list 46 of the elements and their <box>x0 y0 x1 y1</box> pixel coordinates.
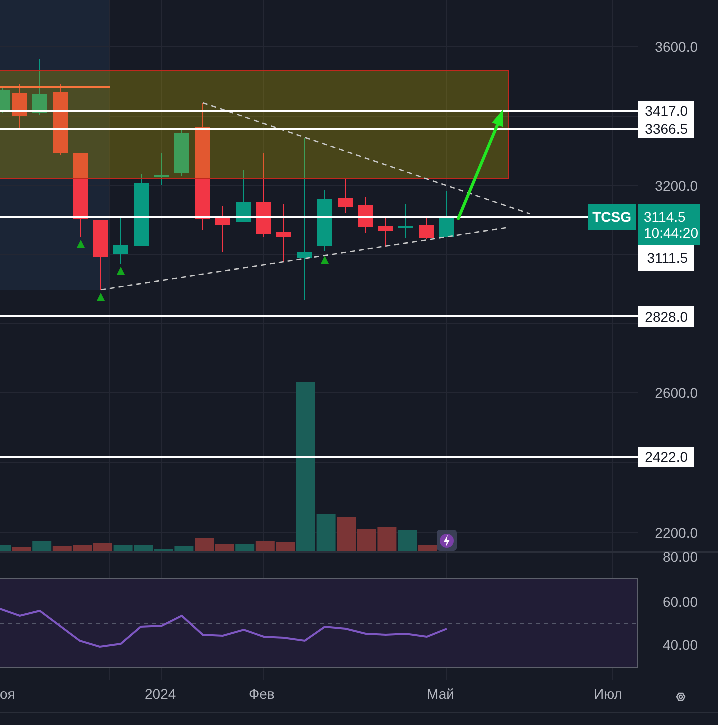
candle <box>276 204 292 262</box>
candle <box>0 88 10 114</box>
up-triangle-icon <box>117 267 125 275</box>
candle <box>94 220 108 290</box>
candle <box>378 216 394 248</box>
candle <box>32 58 48 116</box>
candle <box>12 84 28 128</box>
candle <box>420 218 434 240</box>
volume-bar <box>256 541 275 551</box>
candle <box>440 190 454 238</box>
time-axis-label: 2024 <box>145 686 176 702</box>
candle <box>114 216 128 264</box>
settings-icon[interactable] <box>676 692 686 702</box>
time-axis-label: оя <box>0 686 16 702</box>
countdown-timer: 10:44:20 <box>644 224 698 240</box>
lightning-icon[interactable] <box>437 530 457 551</box>
up-triangle-icon <box>321 256 329 264</box>
rsi-axis-label: 80.00 <box>662 549 698 565</box>
price-level-label: 3366.5 <box>638 120 694 138</box>
price-level-label: 2828.0 <box>638 306 694 327</box>
rsi-axis-label: 40.00 <box>662 637 698 653</box>
candle <box>154 152 170 186</box>
symbol-label: TCSG <box>588 204 636 230</box>
price-level-label: 3111.5 <box>638 245 694 271</box>
volume-bar <box>378 527 397 551</box>
candle <box>216 206 230 252</box>
time-axis-label: Июл <box>594 686 622 702</box>
price-level-label: 3417.0 <box>638 101 694 120</box>
rsi-axis-label: 60.00 <box>662 594 698 610</box>
price-level-label: 2422.0 <box>638 447 694 467</box>
up-triangle-icon <box>77 240 85 248</box>
candle <box>318 190 332 252</box>
price-axis-label: 2600.0 <box>655 385 698 401</box>
up-triangle-icon <box>97 293 105 301</box>
last-price: 3114.5 <box>644 208 686 224</box>
candle <box>174 130 190 176</box>
time-axis-label: Фев <box>249 686 275 702</box>
price-axis-label: 3600.0 <box>655 39 698 55</box>
price-axis-label: 3200.0 <box>655 178 698 194</box>
candle <box>358 196 374 234</box>
candle <box>236 170 252 222</box>
candle <box>338 178 354 214</box>
candle <box>398 204 414 238</box>
time-axis-label: Май <box>427 686 454 702</box>
candle <box>54 84 68 156</box>
price-axis-label: 2200.0 <box>655 525 698 541</box>
